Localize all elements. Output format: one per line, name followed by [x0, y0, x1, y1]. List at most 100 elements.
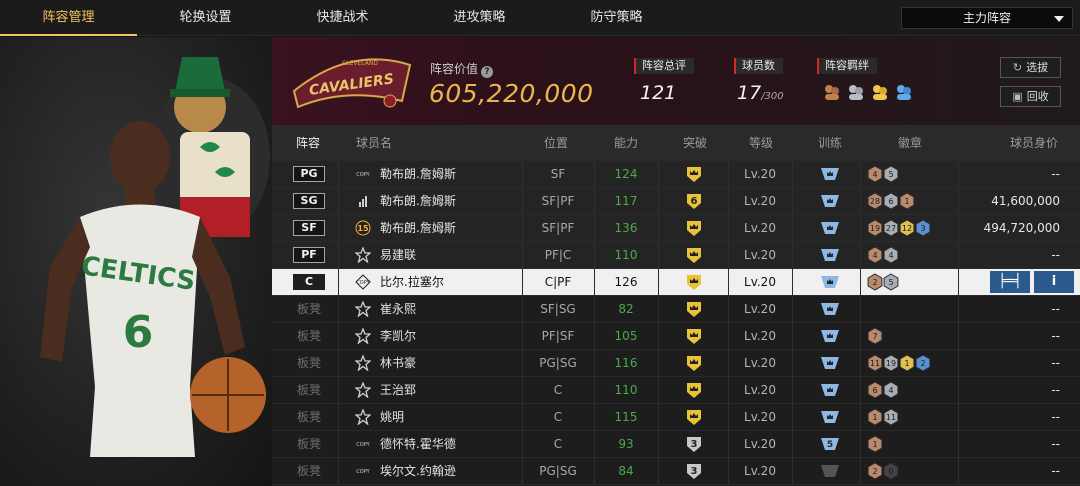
- player-name[interactable]: 林书豪: [380, 350, 416, 376]
- badge-hex-icon[interactable]: 1: [899, 192, 915, 210]
- table-row[interactable]: 板凳 COPY 德怀特.霍华德 C 93 3 Lv.20 5 1 --: [272, 431, 1080, 458]
- col-position[interactable]: 位置: [544, 125, 568, 161]
- player-name[interactable]: 易建联: [380, 242, 416, 268]
- table-row[interactable]: 板凳 崔永熙 SF|SG 82 Lv.20 --: [272, 296, 1080, 323]
- table-row[interactable]: 板凳 姚明 C 115 Lv.20 1 11 --: [272, 404, 1080, 431]
- table-row[interactable]: 板凳 COPY 埃尔文.约翰逊 PG|SG 84 3 Lv.20 2 0 --: [272, 458, 1080, 485]
- badge-hex-icon[interactable]: 19: [883, 354, 899, 372]
- player-market-value: --: [1051, 464, 1060, 478]
- column-separator: [860, 215, 861, 241]
- col-player-value[interactable]: 球员身价: [1010, 125, 1058, 161]
- training-icon[interactable]: [820, 247, 840, 263]
- badge-hex-icon[interactable]: 1: [867, 408, 883, 426]
- badge-hex-icon[interactable]: 1: [899, 354, 915, 372]
- training-icon[interactable]: [820, 301, 840, 317]
- badge-hex-icon[interactable]: 28: [867, 192, 883, 210]
- table-row[interactable]: C COPY 比尔.拉塞尔 C|PF 126 Lv.20 2 5 ╞═╡ i: [272, 269, 1080, 296]
- table-row[interactable]: 板凳 王治郅 C 110 Lv.20 6 4 --: [272, 377, 1080, 404]
- training-icon[interactable]: [820, 382, 840, 398]
- lineup-select[interactable]: 主力阵容: [901, 7, 1073, 29]
- recycle-button[interactable]: ▣ 回收: [1000, 86, 1061, 107]
- badge-hex-icon[interactable]: 4: [867, 165, 883, 183]
- train-button[interactable]: ╞═╡: [990, 271, 1030, 293]
- player-name[interactable]: 李凯尔: [380, 323, 416, 349]
- bond-icon-blue[interactable]: [894, 82, 914, 102]
- table-row[interactable]: SG 勒布朗.詹姆斯 SF|PF 117 6 Lv.20 28 6 1 41,600,000: [272, 188, 1080, 215]
- lineup-slot-badge[interactable]: C: [293, 274, 325, 290]
- training-icon[interactable]: [820, 409, 840, 425]
- player-name[interactable]: 勒布朗.詹姆斯: [380, 188, 456, 214]
- player-position: SF|PF: [541, 194, 575, 208]
- badge-hex-icon[interactable]: 27: [883, 219, 899, 237]
- badge-hex-icon[interactable]: 11: [867, 354, 883, 372]
- lineup-slot-badge[interactable]: PG: [293, 166, 325, 182]
- tab-quick-tactics[interactable]: 快捷战术: [274, 0, 411, 36]
- badge-hex-icon[interactable]: 5: [883, 273, 899, 291]
- col-overall[interactable]: 能力: [614, 125, 638, 161]
- badge-hex-icon[interactable]: 11: [883, 408, 899, 426]
- player-name[interactable]: 比尔.拉塞尔: [380, 269, 444, 295]
- column-separator: [658, 323, 659, 349]
- column-separator: [958, 242, 959, 268]
- badge-hex-icon[interactable]: 5: [883, 165, 899, 183]
- lineup-slot-badge[interactable]: SF: [293, 220, 325, 236]
- badge-hex-icon[interactable]: 4: [883, 246, 899, 264]
- player-name[interactable]: 德怀特.霍华德: [380, 431, 456, 457]
- training-icon[interactable]: [820, 355, 840, 371]
- col-level[interactable]: 等级: [749, 125, 773, 161]
- tab-lineup-management[interactable]: 阵容管理: [0, 0, 137, 36]
- badge-hex-icon[interactable]: 4: [883, 381, 899, 399]
- badge-hex-icon[interactable]: 19: [867, 219, 883, 237]
- col-badges[interactable]: 徽章: [898, 125, 922, 161]
- col-lineup[interactable]: 阵容: [296, 125, 320, 161]
- player-name[interactable]: 埃尔文.约翰逊: [380, 458, 456, 484]
- roster-table: 阵容 球员名 位置 能力 突破 等级 训练 徽章 球员身价 PG COPY 勒布朗.…: [272, 125, 1080, 486]
- bond-icon-silver[interactable]: [846, 82, 866, 102]
- table-row[interactable]: PG COPY 勒布朗.詹姆斯 SF 124 Lv.20 4 5 --: [272, 161, 1080, 188]
- table-row[interactable]: PF 易建联 PF|C 110 Lv.20 4 4 --: [272, 242, 1080, 269]
- tab-offense-strategy[interactable]: 进攻策略: [411, 0, 548, 36]
- badge-hex-icon[interactable]: 2: [915, 354, 931, 372]
- training-icon[interactable]: [820, 166, 840, 182]
- player-name[interactable]: 勒布朗.詹姆斯: [380, 161, 456, 187]
- badge-hex-icon[interactable]: 3: [915, 219, 931, 237]
- training-icon[interactable]: [820, 193, 840, 209]
- bond-icon-bronze[interactable]: [822, 82, 842, 102]
- training-icon[interactable]: [820, 328, 840, 344]
- player-level: Lv.20: [744, 329, 776, 343]
- badge-hex-icon[interactable]: 7: [867, 327, 883, 345]
- tab-rotation-settings[interactable]: 轮换设置: [137, 0, 274, 36]
- badge-hex-icon[interactable]: 2: [867, 273, 883, 291]
- lineup-slot-badge[interactable]: PF: [293, 247, 325, 263]
- table-row[interactable]: 板凳 李凯尔 PF|SF 105 Lv.20 7 --: [272, 323, 1080, 350]
- col-breakthrough[interactable]: 突破: [683, 125, 707, 161]
- player-name[interactable]: 崔永熙: [380, 296, 416, 322]
- badge-hex-icon[interactable]: 1: [867, 435, 883, 453]
- col-player-name[interactable]: 球员名: [356, 125, 392, 161]
- player-info-button[interactable]: i: [1034, 271, 1074, 293]
- badge-hex-icon[interactable]: 2: [867, 462, 883, 480]
- tab-defense-strategy[interactable]: 防守策略: [548, 0, 685, 36]
- badge-hex-icon[interactable]: 6: [883, 192, 899, 210]
- lineup-slot-badge[interactable]: SG: [293, 193, 325, 209]
- player-name[interactable]: 勒布朗.詹姆斯: [380, 215, 456, 241]
- table-row[interactable]: 板凳 林书豪 PG|SG 116 Lv.20 11 19 1 2 --: [272, 350, 1080, 377]
- badge-hex-icon[interactable]: 6: [867, 381, 883, 399]
- training-icon[interactable]: [820, 274, 840, 290]
- badge-hex-icon[interactable]: 4: [867, 246, 883, 264]
- bond-icon-gold[interactable]: [870, 82, 890, 102]
- player-name[interactable]: 姚明: [380, 404, 404, 430]
- badge-hex-icon[interactable]: 12: [899, 219, 915, 237]
- badge-hex-icon[interactable]: 0: [883, 462, 899, 480]
- table-row[interactable]: SF 15 勒布朗.詹姆斯 SF|PF 136 Lv.20 19 27 12 3 494,720,0…: [272, 215, 1080, 242]
- training-icon[interactable]: [820, 220, 840, 236]
- col-training[interactable]: 训练: [818, 125, 842, 161]
- training-icon[interactable]: 5: [820, 436, 840, 452]
- help-icon[interactable]: ?: [481, 66, 494, 78]
- recycle-button-label: 回收: [1026, 90, 1049, 103]
- player-name[interactable]: 王治郅: [380, 377, 416, 403]
- pick-button[interactable]: ↻ 选拔: [1000, 57, 1061, 78]
- training-icon[interactable]: [820, 463, 840, 479]
- player-overall: 115: [614, 410, 638, 424]
- player-level: Lv.20: [744, 221, 776, 235]
